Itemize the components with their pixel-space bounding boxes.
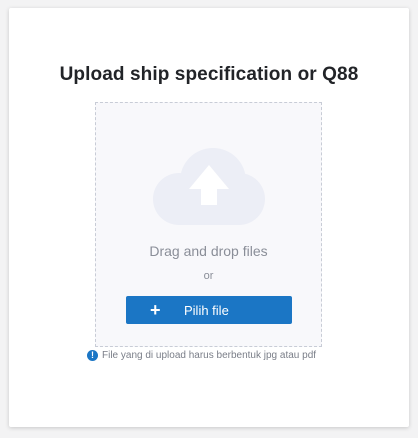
choose-file-label: Pilih file: [184, 303, 229, 318]
plus-icon: +: [150, 300, 161, 320]
choose-file-button[interactable]: + Pilih file: [126, 296, 292, 324]
cloud-upload-icon: [153, 148, 265, 225]
file-type-note-text: File yang di upload harus berbentuk jpg …: [102, 349, 317, 361]
page-title: Upload ship specification or Q88: [59, 64, 359, 85]
file-type-note: ! File yang di upload harus berbentuk jp…: [87, 348, 316, 362]
drag-drop-text: Drag and drop files: [149, 243, 268, 259]
info-icon: !: [87, 349, 98, 361]
upload-card: Upload ship specification or Q88 Drag an…: [9, 8, 409, 427]
or-separator: or: [203, 270, 214, 282]
file-dropzone[interactable]: Drag and drop files or + Pilih file: [95, 102, 322, 347]
